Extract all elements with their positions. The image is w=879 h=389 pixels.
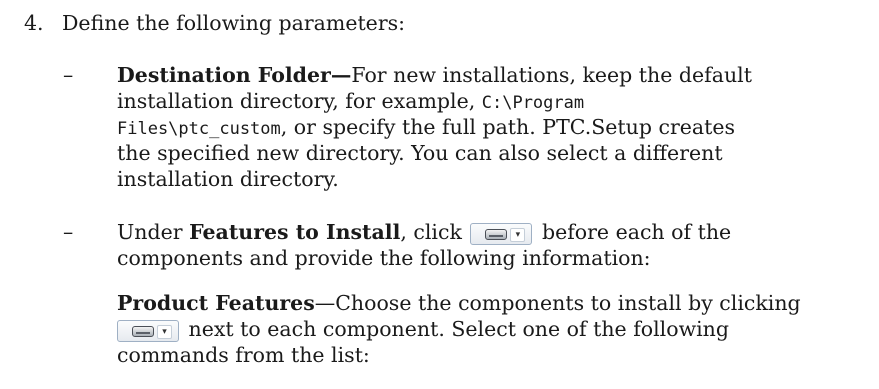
features-to-install-term: Features to Install (189, 220, 401, 244)
destination-folder-text: installation directory, for example, (117, 89, 482, 113)
drive-dropdown-icon: ▾ (470, 223, 533, 245)
product-features-text: —Choose the components to install by cli… (314, 291, 801, 315)
code-path: Files\ptc_custom (117, 119, 281, 139)
features-text: Under (117, 220, 190, 244)
destination-folder-term: Destination Folder— (117, 63, 352, 87)
product-features-text: next to each component. Select one of th… (188, 317, 730, 341)
step-text: Define the following parameters: (62, 11, 406, 35)
bullet-dash: – (63, 220, 74, 244)
features-text: before each of the (541, 220, 732, 244)
product-features-term: Product Features (117, 291, 315, 315)
destination-folder-text: the specified new directory. You can als… (117, 141, 723, 165)
destination-folder-text: installation directory. (117, 167, 339, 191)
destination-folder-text: , or specify the full path. PTC.Setup cr… (280, 115, 735, 139)
code-path: C:\Program (481, 93, 585, 113)
drive-dropdown-icon: ▾ (117, 320, 179, 342)
product-features-text: commands from the list: (117, 343, 370, 367)
features-text: components and provide the following inf… (117, 246, 651, 270)
step-number: 4. (24, 11, 44, 35)
features-text: , click (400, 220, 462, 244)
destination-folder-text: For new installations, keep the default (351, 63, 752, 87)
bullet-dash: – (63, 63, 74, 87)
